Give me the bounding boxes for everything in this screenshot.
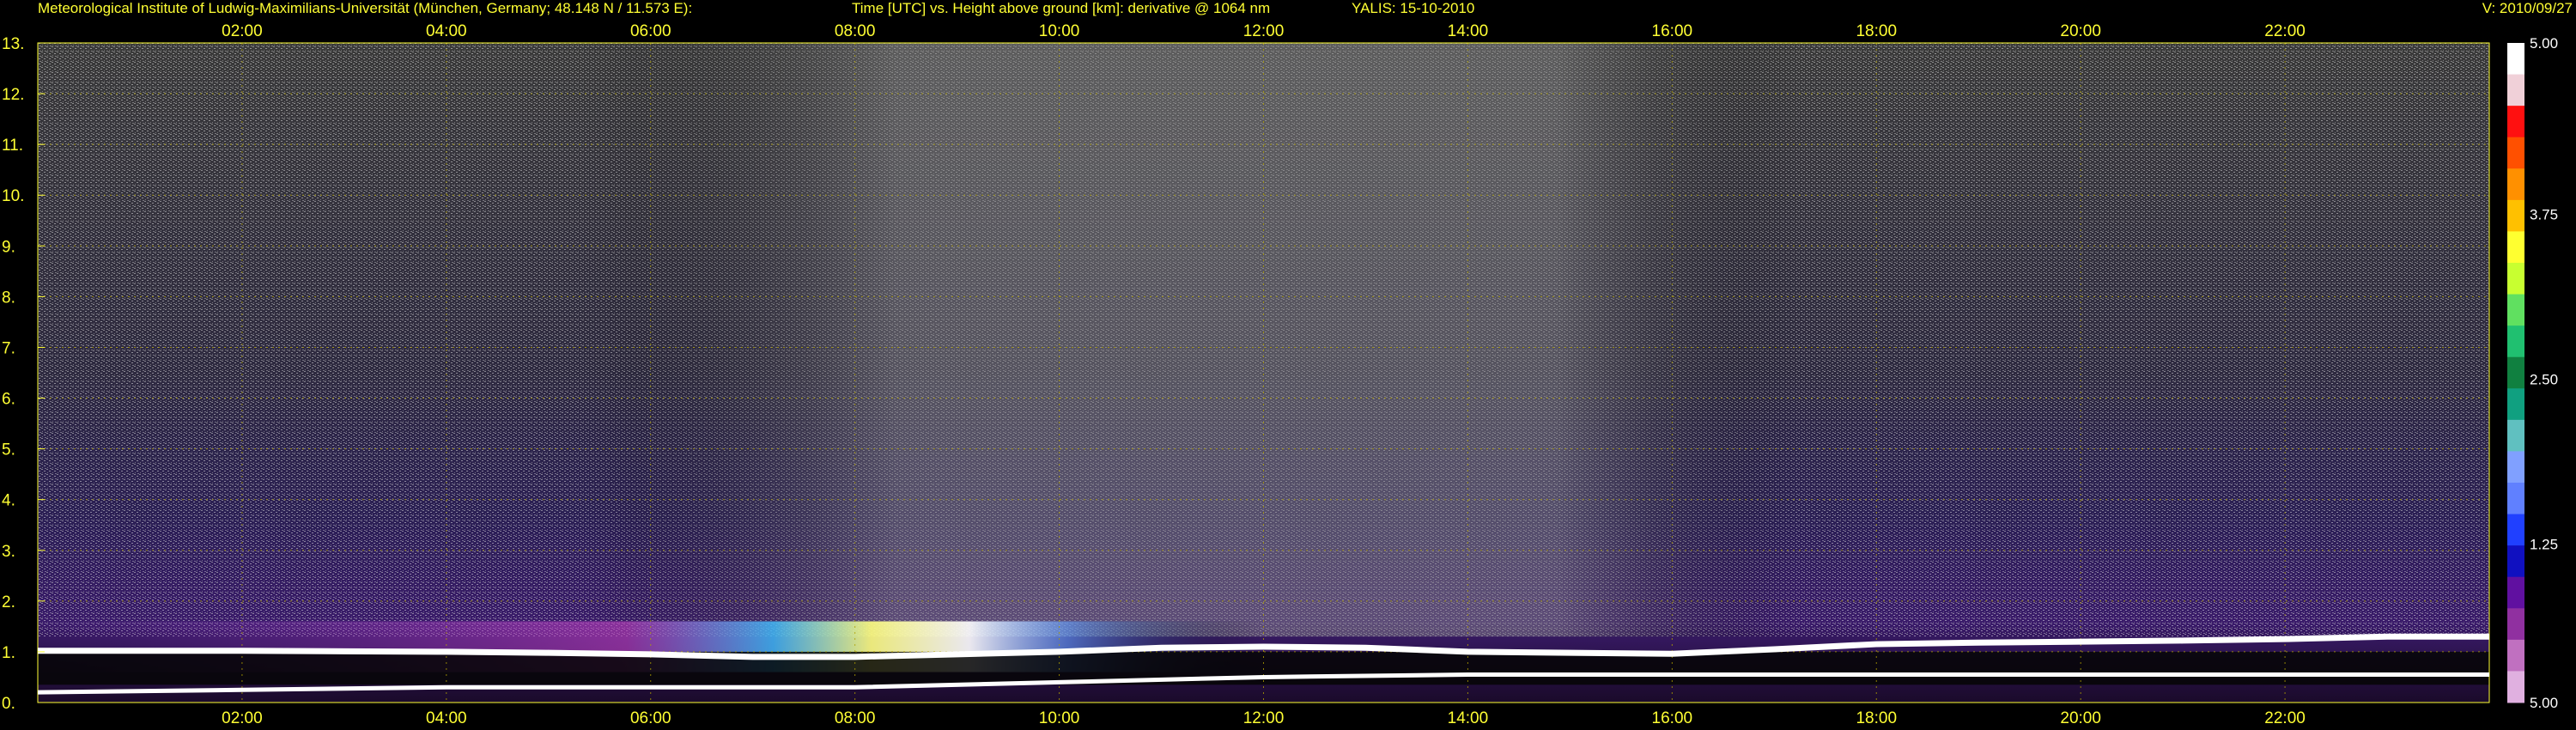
colorbar-swatch [2507,43,2524,76]
x-tick-label-bottom: 20:00 [2060,709,2101,727]
x-tick-label-bottom: 14:00 [1448,709,1489,727]
colorbar-swatch [2507,671,2524,703]
x-tick-label-top: 04:00 [426,22,467,40]
colorbar-swatch [2507,263,2524,295]
colorbar-label: 5.00 [2530,695,2558,711]
x-tick-label-bottom: 12:00 [1243,709,1285,727]
x-tick-label-bottom: 04:00 [426,709,467,727]
x-tick-label-top: 20:00 [2060,22,2101,40]
y-tick-label: 13. [2,35,24,53]
y-tick-label: 2. [2,593,15,611]
y-tick-label: 9. [2,238,15,256]
x-tick-label-bottom: 18:00 [1856,709,1897,727]
colorbar-swatch [2507,106,2524,138]
x-tick-label-bottom: 16:00 [1652,709,1693,727]
colorbar-swatch [2507,137,2524,169]
colorbar-swatch [2507,356,2524,389]
y-tick-label: 4. [2,492,15,510]
y-tick-label: 7. [2,339,15,357]
x-tick-label-bottom: 08:00 [835,709,876,727]
x-tick-label-top: 06:00 [630,22,671,40]
y-tick-label: 0. [2,695,15,713]
colorbar-swatch [2507,639,2524,672]
colorbar-label: 1.25 [2530,537,2558,553]
colorbar-label: 5.00 [2530,35,2558,52]
x-tick-label-top: 18:00 [1856,22,1897,40]
x-tick-label-bottom: 02:00 [222,709,263,727]
x-tick-label-top: 22:00 [2264,22,2306,40]
colorbar-swatch [2507,74,2524,106]
heatmap-midday-noise [38,43,2489,637]
y-tick-label: 10. [2,187,24,205]
y-tick-label: 6. [2,391,15,409]
colorbar: 5.00 3.75 2.50 1.25 5.00 [2507,35,2558,711]
colorbar-swatch [2507,483,2524,515]
colorbar-swatch [2507,451,2524,484]
x-tick-label-top: 08:00 [835,22,876,40]
x-tick-label-top: 02:00 [222,22,263,40]
colorbar-swatch [2507,545,2524,578]
x-tick-label-top: 14:00 [1448,22,1489,40]
x-tick-label-top: 10:00 [1039,22,1080,40]
colorbar-swatch [2507,168,2524,201]
colorbar-swatch [2507,294,2524,326]
y-tick-label: 12. [2,86,24,104]
colorbar-label: 2.50 [2530,372,2558,388]
x-tick-label-bottom: 22:00 [2264,709,2306,727]
y-tick-label: 3. [2,543,15,561]
colorbar-label: 3.75 [2530,207,2558,223]
x-tick-label-top: 16:00 [1652,22,1693,40]
colorbar-swatch [2507,199,2524,232]
lidar-heatmap-chart: 0. 1. 2. 3. 4. 5. 6. 7. 8. 9. 10. 11. 12. 13. 02:00 02… [2,22,2558,727]
x-tick-label-bottom: 10:00 [1039,709,1080,727]
colorbar-swatch [2507,388,2524,421]
colorbar-swatch [2507,325,2524,358]
y-tick-label: 11. [2,137,23,155]
y-tick-label: 5. [2,441,15,459]
colorbar-swatch [2507,231,2524,264]
y-tick-label: 1. [2,644,15,662]
colorbar-swatch [2507,608,2524,641]
colorbar-swatch [2507,514,2524,546]
y-tick-label: 8. [2,289,15,307]
colorbar-swatch [2507,576,2524,609]
colorbar-swatch [2507,419,2524,452]
x-tick-label-bottom: 06:00 [630,709,671,727]
x-tick-label-top: 12:00 [1243,22,1285,40]
